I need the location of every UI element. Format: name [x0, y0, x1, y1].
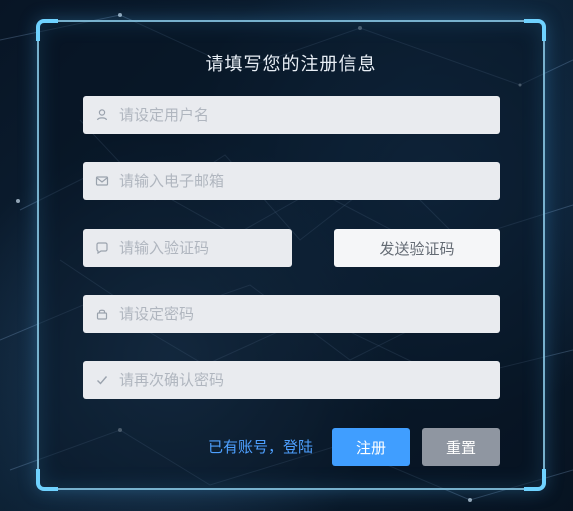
- chat-icon: [95, 241, 109, 255]
- panel-corner-top-left: [36, 19, 58, 41]
- reset-button[interactable]: 重置: [422, 428, 500, 466]
- lock-icon: [95, 307, 109, 321]
- username-input[interactable]: [119, 106, 500, 124]
- register-button[interactable]: 注册: [332, 428, 410, 466]
- confirm-password-input[interactable]: [119, 371, 500, 389]
- login-link[interactable]: 已有账号，登陆: [208, 436, 313, 457]
- page-title: 请填写您的注册信息: [205, 54, 377, 75]
- check-icon: [95, 373, 109, 387]
- registration-panel: 请填写您的注册信息 发送验证码: [36, 19, 546, 491]
- user-icon: [95, 108, 109, 122]
- panel-corner-bottom-left: [36, 469, 58, 491]
- confirm-password-field[interactable]: [83, 361, 500, 399]
- send-code-button[interactable]: 发送验证码: [334, 229, 500, 267]
- email-input[interactable]: [119, 172, 500, 190]
- verification-code-field[interactable]: [83, 229, 292, 267]
- panel-corner-top-right: [524, 19, 546, 41]
- panel-corner-bottom-right: [524, 469, 546, 491]
- password-field[interactable]: [83, 295, 500, 333]
- email-field[interactable]: [83, 162, 500, 200]
- verification-code-input[interactable]: [119, 239, 292, 257]
- username-field[interactable]: [83, 96, 500, 134]
- password-input[interactable]: [119, 305, 500, 323]
- mail-icon: [95, 174, 109, 188]
